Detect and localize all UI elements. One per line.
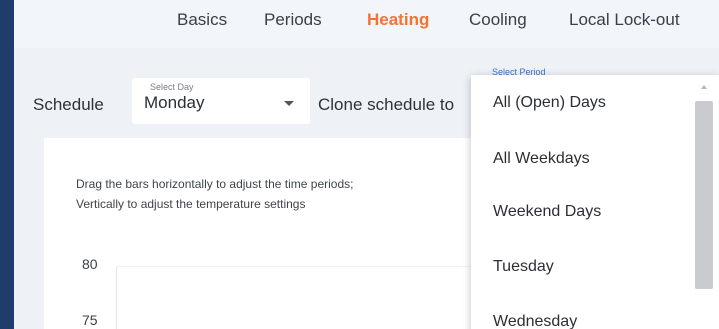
- tab-periods[interactable]: Periods: [264, 10, 322, 30]
- select-day-caption: Select Day: [150, 82, 194, 92]
- schedule-label: Schedule: [33, 95, 104, 114]
- tab-cooling[interactable]: Cooling: [469, 10, 527, 30]
- dropdown-option-weekend-days[interactable]: Weekend Days: [493, 203, 601, 221]
- select-day-dropdown[interactable]: Select Day Monday: [132, 78, 310, 124]
- tab-local-lock-out[interactable]: Local Lock-out: [569, 10, 680, 30]
- dropdown-option-tuesday[interactable]: Tuesday: [493, 258, 554, 276]
- dropdown-option-all-weekdays[interactable]: All Weekdays: [493, 150, 590, 168]
- select-period-dropdown-list[interactable]: All (Open) Days All Weekdays Weekend Day…: [471, 75, 719, 329]
- y-tick-75: 75: [82, 312, 98, 328]
- drag-instructions: Drag the bars horizontally to adjust the…: [76, 174, 353, 214]
- app-frame: Basics Periods Heating Cooling Local Loc…: [14, 0, 719, 329]
- dropdown-option-wednesday[interactable]: Wednesday: [493, 313, 577, 329]
- chevron-down-icon: [284, 101, 294, 106]
- temperature-chart-area[interactable]: [116, 266, 476, 329]
- drag-instructions-line1: Drag the bars horizontally to adjust the…: [76, 177, 354, 191]
- scroll-up-icon[interactable]: [701, 85, 707, 89]
- select-day-value: Monday: [144, 93, 205, 112]
- clone-schedule-label: Clone schedule to: [318, 95, 455, 114]
- dropdown-option-all-open-days[interactable]: All (Open) Days: [493, 94, 606, 112]
- y-tick-80: 80: [82, 256, 98, 272]
- drag-instructions-line2: Vertically to adjust the temperature set…: [76, 197, 306, 211]
- scrollbar-thumb[interactable]: [695, 101, 713, 289]
- tab-heating[interactable]: Heating: [367, 10, 429, 30]
- dropdown-scrollbar[interactable]: [693, 75, 715, 329]
- tab-basics[interactable]: Basics: [177, 10, 227, 30]
- tab-bar: Basics Periods Heating Cooling Local Loc…: [14, 0, 719, 48]
